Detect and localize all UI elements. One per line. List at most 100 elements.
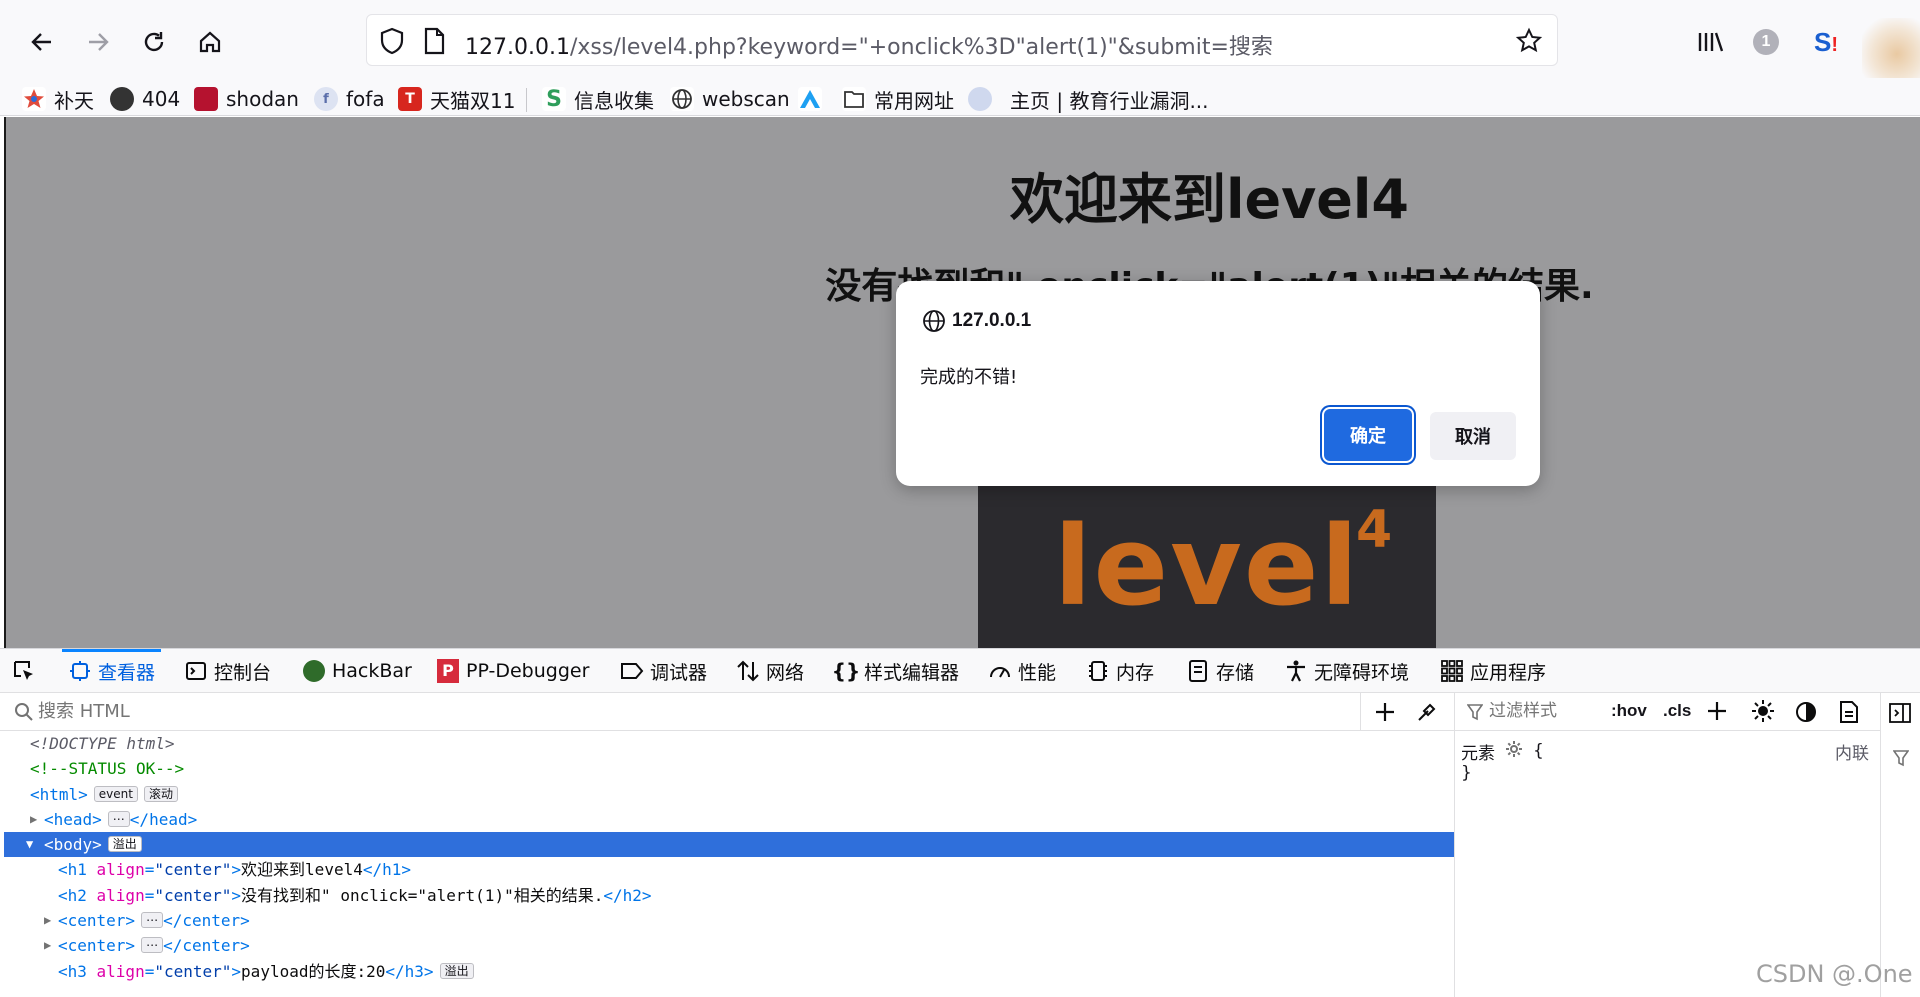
add-node-icon[interactable]: [1374, 701, 1396, 728]
markup-doctype[interactable]: <!DOCTYPE html>: [4, 731, 1454, 756]
expand-arrow-icon[interactable]: ▶: [44, 933, 51, 958]
forward-arrow-icon: [89, 33, 109, 51]
toggle-sidebar-icon[interactable]: [1889, 703, 1911, 728]
filter-icon: [1466, 703, 1484, 726]
bookmark-triangle[interactable]: [798, 84, 830, 114]
tab-network[interactable]: 网络: [736, 649, 804, 693]
collapsed-badge[interactable]: ⋯: [141, 937, 164, 954]
markup-center[interactable]: ▶ <center> ⋯ </center>: [4, 908, 1454, 933]
tab-style-editor[interactable]: {} 样式编辑器: [832, 649, 959, 693]
ppdebugger-icon: P: [436, 659, 460, 683]
application-icon: [1440, 659, 1464, 683]
tab-storage[interactable]: 存储: [1186, 649, 1254, 693]
rules-panel: :hov .cls 元素 { 内联 }: [1454, 693, 1881, 997]
back-button[interactable]: [22, 22, 62, 62]
bookmark-butian[interactable]: 补天: [22, 84, 94, 114]
markup-comment[interactable]: <!--STATUS OK-->: [4, 756, 1454, 781]
bookmark-edusrc[interactable]: 主页 | 教育行业漏洞...: [968, 84, 1209, 114]
overflow-badge[interactable]: 溢出: [107, 836, 142, 853]
globe-icon: [923, 310, 945, 332]
url-text[interactable]: 127.0.0.1/xss/level4.php?keyword="+oncli…: [465, 29, 1273, 61]
404-icon: [110, 87, 134, 111]
devtools-panel: 查看器 控制台 HackBar P PP-Debugger 调试器 网络 {} …: [0, 648, 1920, 997]
extension-badge-icon[interactable]: 1: [1748, 24, 1784, 60]
bookmark-label: 常用网址: [874, 88, 954, 113]
gear-icon[interactable]: [1505, 740, 1523, 763]
scroll-badge[interactable]: 滚动: [143, 785, 178, 802]
bookmark-404[interactable]: 404: [110, 84, 180, 114]
ok-button[interactable]: 确定: [1324, 409, 1412, 461]
triangle-icon: [798, 87, 822, 111]
markup-head[interactable]: ▶ <head> ⋯ </head>: [4, 807, 1454, 832]
element-picker-icon: [12, 659, 36, 683]
tab-console[interactable]: 控制台: [184, 649, 271, 693]
html-search-input[interactable]: [38, 701, 1338, 722]
butian-icon: [22, 87, 46, 111]
dialog-message: 完成的不错!: [920, 367, 1018, 388]
fofa-icon: f: [314, 87, 338, 111]
bookmark-info-collect[interactable]: S 信息收集: [542, 84, 654, 114]
cls-toggle[interactable]: .cls: [1663, 701, 1691, 721]
markup-center[interactable]: ▶ <center> ⋯ </center>: [4, 933, 1454, 958]
overflow-badge[interactable]: 溢出: [439, 962, 474, 979]
tab-debugger[interactable]: 调试器: [620, 649, 707, 693]
collapse-arrow-icon[interactable]: ▼: [26, 832, 33, 857]
bookmark-label: fofa: [346, 87, 385, 111]
rules-toolbar: :hov .cls: [1455, 693, 1881, 731]
light-mode-icon[interactable]: [1751, 699, 1775, 728]
bookmark-star-icon[interactable]: [1515, 27, 1543, 60]
tab-pp-debugger[interactable]: P PP-Debugger: [436, 649, 589, 693]
page-info-icon[interactable]: [423, 27, 445, 60]
element-picker-button[interactable]: [12, 649, 42, 693]
bookmark-fofa[interactable]: f fofa: [314, 84, 385, 114]
url-path: /xss/level4.php?keyword="+onclick%3D"ale…: [569, 35, 1273, 60]
bookmark-label: 404: [142, 87, 181, 111]
markup-h1[interactable]: <h1 align="center">欢迎来到level4</h1>: [4, 857, 1454, 882]
filter-icon: [1892, 749, 1910, 772]
bookmark-shodan[interactable]: shodan: [194, 84, 299, 114]
event-badge[interactable]: event: [93, 785, 138, 802]
tab-hackbar[interactable]: HackBar: [302, 649, 412, 693]
search-icon: [14, 702, 34, 727]
reload-button[interactable]: [134, 22, 174, 62]
tab-inspector[interactable]: 查看器: [61, 649, 162, 693]
tab-performance[interactable]: 性能: [988, 649, 1056, 693]
tab-memory[interactable]: 内存: [1086, 649, 1154, 693]
console-icon: [184, 659, 208, 683]
expand-arrow-icon[interactable]: ▶: [30, 807, 37, 832]
extension-s-icon[interactable]: S!: [1808, 24, 1844, 60]
level-logo-number: 4: [1355, 500, 1395, 560]
html-markup-tree: <!DOCTYPE html> <!--STATUS OK--> <html> e…: [4, 731, 1454, 997]
filter-styles-input[interactable]: [1489, 701, 1599, 721]
tab-application[interactable]: 应用程序: [1440, 649, 1546, 693]
markup-html[interactable]: <html> event 滚动: [4, 782, 1454, 807]
bookmark-tmall[interactable]: T 天猫双11: [398, 84, 515, 114]
print-media-icon[interactable]: [1839, 701, 1859, 728]
bookmark-label: shodan: [226, 87, 299, 111]
collapsed-badge[interactable]: ⋯: [107, 810, 130, 827]
markup-h2[interactable]: <h2 align="center">没有找到和" onclick="alert…: [4, 883, 1454, 908]
shield-icon[interactable]: [379, 27, 405, 60]
cancel-button[interactable]: 取消: [1430, 412, 1516, 460]
url-bar[interactable]: 127.0.0.1/xss/level4.php?keyword="+oncli…: [366, 14, 1558, 66]
bookmark-webscan[interactable]: webscan: [670, 84, 790, 114]
accessibility-icon: [1284, 659, 1308, 683]
devtools-tabbar: 查看器 控制台 HackBar P PP-Debugger 调试器 网络 {} …: [0, 649, 1920, 693]
level-logo-image: level 4: [978, 484, 1436, 648]
markup-body[interactable]: ▼ <body> 溢出: [4, 832, 1454, 858]
bookmark-folder-common[interactable]: 常用网址: [842, 84, 954, 114]
hov-toggle[interactable]: :hov: [1611, 701, 1647, 721]
expand-arrow-icon[interactable]: ▶: [44, 908, 51, 933]
dark-mode-icon[interactable]: [1795, 701, 1817, 728]
markup-h3[interactable]: <h3 align="center">payload的长度:20</h3> 溢出: [4, 959, 1454, 984]
eyedropper-icon[interactable]: [1416, 701, 1438, 728]
forward-button[interactable]: [78, 22, 118, 62]
library-icon[interactable]: [1692, 24, 1728, 60]
rule-brace-open: {: [1533, 741, 1544, 761]
collapsed-badge[interactable]: ⋯: [141, 912, 164, 929]
inspector-icon: [68, 659, 92, 683]
home-button[interactable]: [190, 22, 230, 62]
tab-accessibility[interactable]: 无障碍环境: [1284, 649, 1409, 693]
tmall-icon: T: [398, 87, 422, 111]
add-rule-icon[interactable]: [1707, 701, 1727, 726]
